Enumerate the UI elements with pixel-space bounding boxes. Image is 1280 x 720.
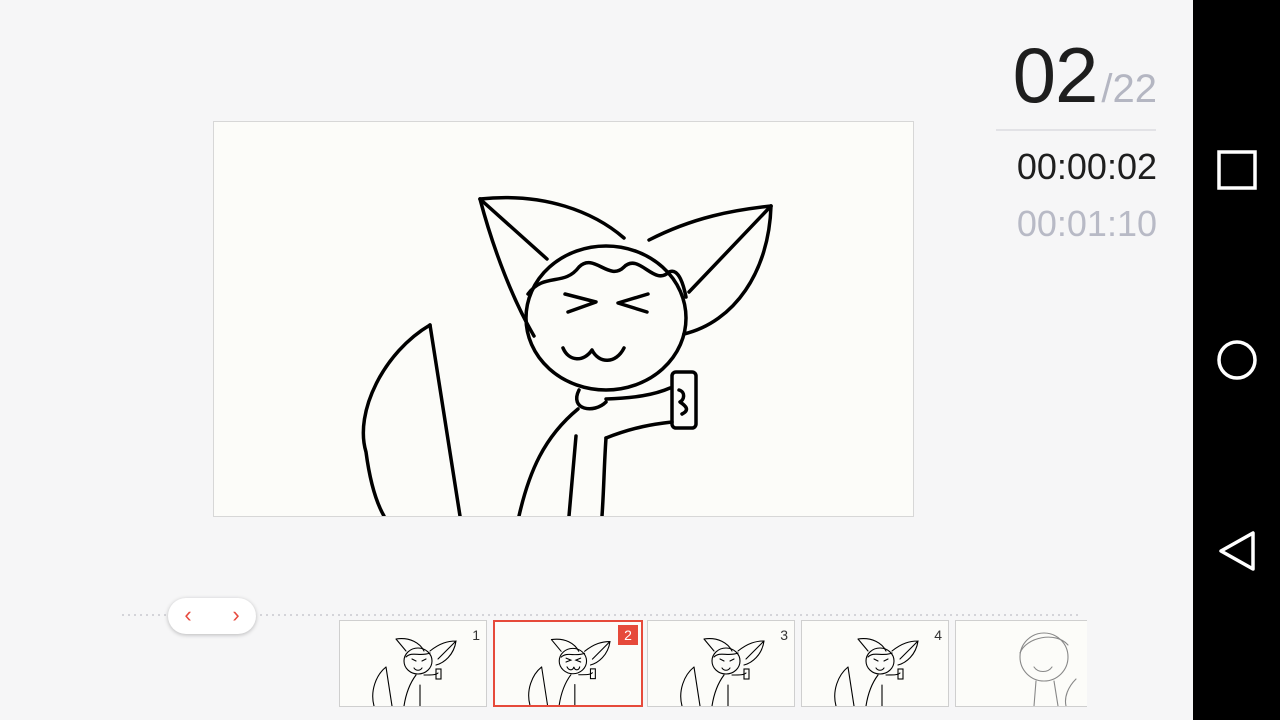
timeline-ruler[interactable] xyxy=(120,614,1080,616)
thumbnail-drawing xyxy=(680,638,765,706)
frame-thumbnail-2[interactable]: 2 xyxy=(493,620,643,707)
frame-nav-pill: ‹ › xyxy=(168,598,256,634)
fox-drawing xyxy=(361,195,773,516)
frame-separator: / xyxy=(1101,67,1113,111)
android-nav-bar xyxy=(1193,0,1280,720)
square-icon xyxy=(1217,150,1257,190)
frame-thumbnail-3[interactable]: 3 xyxy=(647,620,795,707)
frame-thumbnail-4[interactable]: 4 xyxy=(801,620,949,707)
recents-button[interactable] xyxy=(1193,129,1280,209)
current-frame: 02 xyxy=(1012,31,1099,119)
prev-frame-button[interactable]: ‹ xyxy=(168,598,208,634)
circle-icon xyxy=(1217,340,1257,380)
drawing-canvas[interactable] xyxy=(213,121,914,517)
frame-thumbnail-1[interactable]: 1 xyxy=(339,620,487,707)
next-frame-button[interactable]: › xyxy=(216,598,256,634)
frame-number: 3 xyxy=(780,627,788,643)
frame-number: 2 xyxy=(618,625,638,645)
triangle-back-icon xyxy=(1219,531,1255,571)
thumbnail-drawing xyxy=(834,638,919,706)
frame-number: 1 xyxy=(472,627,480,643)
counter-divider xyxy=(996,129,1156,131)
total-frames: 22 xyxy=(1112,67,1158,111)
back-button[interactable] xyxy=(1193,510,1280,590)
thumbnail-drawing xyxy=(1019,632,1077,706)
frame-counter: 02/22 xyxy=(1013,36,1157,114)
app-area: 02/22 00:00:02 00:01:10 ‹ › 1 2 3 4 xyxy=(0,0,1193,720)
frame-thumbnail-5[interactable] xyxy=(955,620,1087,707)
total-timecode: 00:01:10 xyxy=(1016,203,1157,244)
thumbnail-drawing xyxy=(372,638,457,706)
home-button[interactable] xyxy=(1193,319,1280,399)
frame-strip: 1 2 3 4 xyxy=(339,620,1087,708)
current-timecode: 00:00:02 xyxy=(1016,146,1157,187)
frame-number: 4 xyxy=(934,627,942,643)
